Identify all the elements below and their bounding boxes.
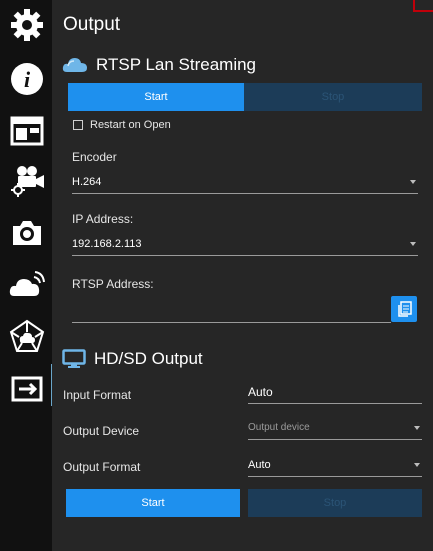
output-device-placeholder: Output device [248, 422, 310, 433]
input-format-value: Auto [248, 384, 273, 399]
input-format-label: Input Format [63, 388, 132, 402]
ip-address-select[interactable]: 192.168.2.113 [72, 232, 418, 256]
encoder-value: H.264 [72, 175, 102, 188]
chevron-down-icon [414, 462, 420, 467]
svg-text:i: i [24, 67, 31, 92]
copy-icon [398, 301, 412, 317]
rtsp-section-header: RTSP Lan Streaming [62, 55, 256, 75]
hdsd-section-header: HD/SD Output [62, 349, 203, 369]
ip-address-label: IP Address: [72, 212, 134, 226]
rtsp-section-title: RTSP Lan Streaming [96, 55, 257, 74]
rtsp-stop-button[interactable]: Stop [244, 83, 422, 111]
layout-icon[interactable] [8, 112, 46, 150]
gear-icon[interactable] [8, 6, 46, 44]
rtsp-start-button[interactable]: Start [68, 83, 244, 111]
camera-settings-icon[interactable] [8, 162, 46, 200]
cloud-stream-icon[interactable] [8, 266, 46, 304]
input-format-field[interactable]: Auto [248, 380, 422, 404]
ip-address-value: 192.168.2.113 [72, 237, 142, 250]
output-device-label: Output Device [63, 424, 140, 438]
output-icon[interactable] [8, 370, 46, 408]
chevron-down-icon [410, 241, 416, 246]
camera-icon[interactable] [8, 214, 46, 252]
info-icon[interactable]: i [8, 60, 46, 98]
output-format-select[interactable]: Auto [248, 453, 422, 477]
restart-on-open-label: Restart on Open [90, 119, 171, 131]
output-device-select[interactable]: Output device [248, 416, 422, 440]
output-format-label: Output Format [63, 460, 141, 474]
rtsp-address-field[interactable] [72, 299, 391, 323]
window-corner-accent [413, 0, 433, 12]
hdsd-stop-button[interactable]: Stop [248, 489, 422, 517]
encoder-label: Encoder [72, 150, 117, 164]
page-title: Output [63, 14, 121, 35]
hdsd-section-title: HD/SD Output [94, 349, 203, 368]
encoder-select[interactable]: H.264 [72, 170, 418, 194]
rtsp-address-label: RTSP Address: [72, 277, 154, 291]
chevron-down-icon [410, 179, 416, 184]
monitor-icon [62, 349, 86, 369]
hdsd-start-button[interactable]: Start [66, 489, 240, 517]
main-panel: Output RTSP Lan Streaming Start Stop Res… [52, 0, 433, 551]
restart-on-open-checkbox[interactable] [73, 120, 83, 130]
copy-button[interactable] [391, 296, 417, 322]
network-star-icon[interactable] [8, 318, 46, 356]
restart-on-open-row[interactable]: Restart on Open [73, 119, 171, 131]
sidebar: i [0, 0, 54, 551]
output-format-value: Auto [248, 458, 271, 471]
cloud-icon [62, 56, 88, 74]
chevron-down-icon [414, 425, 420, 430]
